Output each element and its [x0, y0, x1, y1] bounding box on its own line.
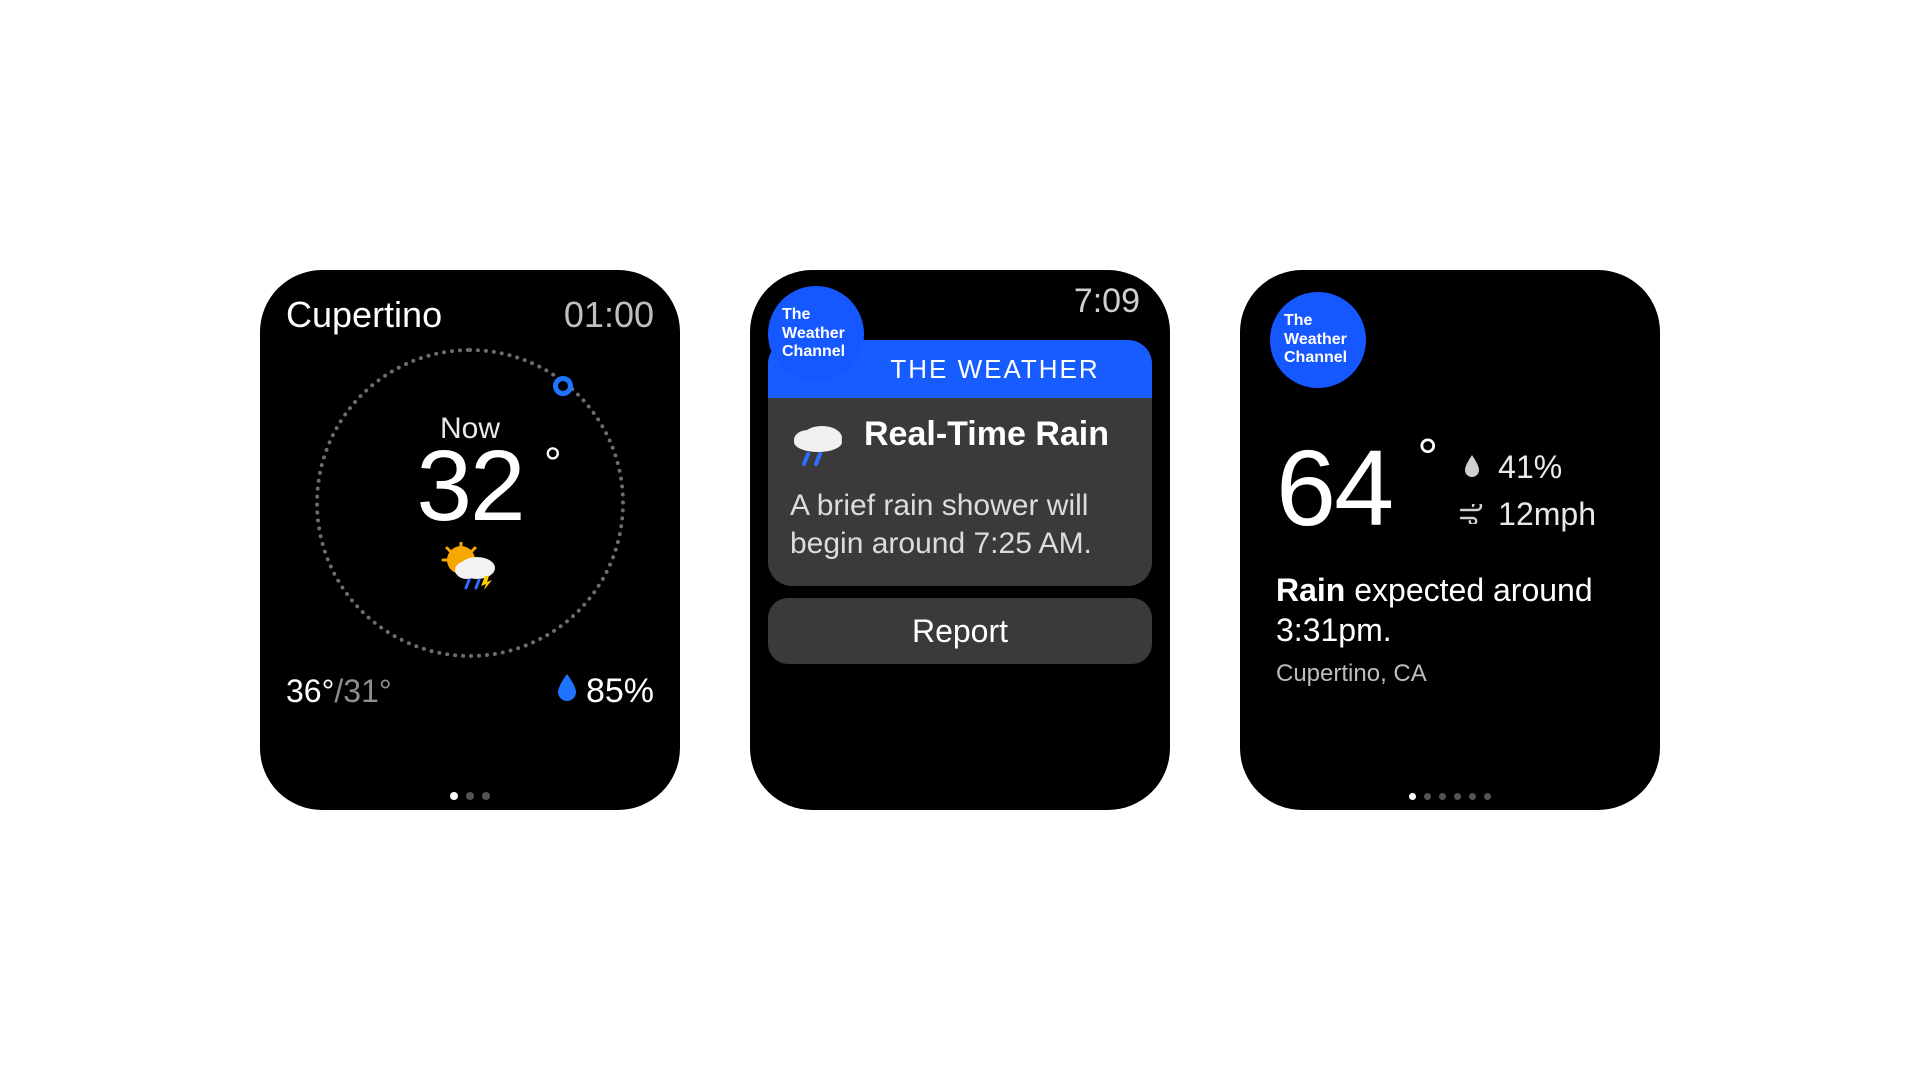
location-label: Cupertino — [286, 294, 442, 336]
sun-cloud-rain-icon — [439, 542, 501, 595]
page-indicator[interactable] — [450, 792, 490, 800]
high-low-temperature: 36°/31° — [286, 673, 392, 710]
water-drop-icon — [1458, 455, 1486, 479]
hourly-weather-dial[interactable]: Now 32° — [315, 348, 625, 658]
forecast-summary: Rain expected around 3:31pm. — [1276, 570, 1632, 650]
cloud-rain-icon — [790, 420, 846, 473]
page-indicator[interactable] — [1409, 793, 1491, 800]
notification-title: Real-Time Rain — [864, 416, 1109, 453]
report-button[interactable]: Report — [768, 598, 1152, 664]
watch-screen-weather-dial: Cupertino 01:00 Now 32° — [260, 270, 680, 810]
humidity-value: 85% — [556, 672, 654, 711]
location-label: Cupertino, CA — [1276, 660, 1632, 688]
water-drop-icon — [556, 674, 578, 710]
watch-screen-rain-notification: 7:09 The Weather Channel THE WEATHER — [750, 270, 1170, 810]
notification-body: A brief rain shower will begin around 7:… — [790, 487, 1130, 562]
clock-time: 7:09 — [1074, 282, 1140, 321]
weather-channel-logo: The Weather Channel — [768, 286, 864, 382]
watch-screen-weather-glance: The Weather Channel 64° 41% — [1240, 270, 1660, 810]
wind-icon — [1458, 504, 1486, 524]
wind-speed: 12mph — [1458, 496, 1596, 533]
precip-chance: 41% — [1458, 449, 1596, 486]
weather-channel-logo: The Weather Channel — [1270, 292, 1366, 388]
current-temperature: 32° — [416, 436, 523, 536]
clock-time: 01:00 — [564, 294, 654, 336]
current-temperature: 64° — [1276, 442, 1392, 534]
